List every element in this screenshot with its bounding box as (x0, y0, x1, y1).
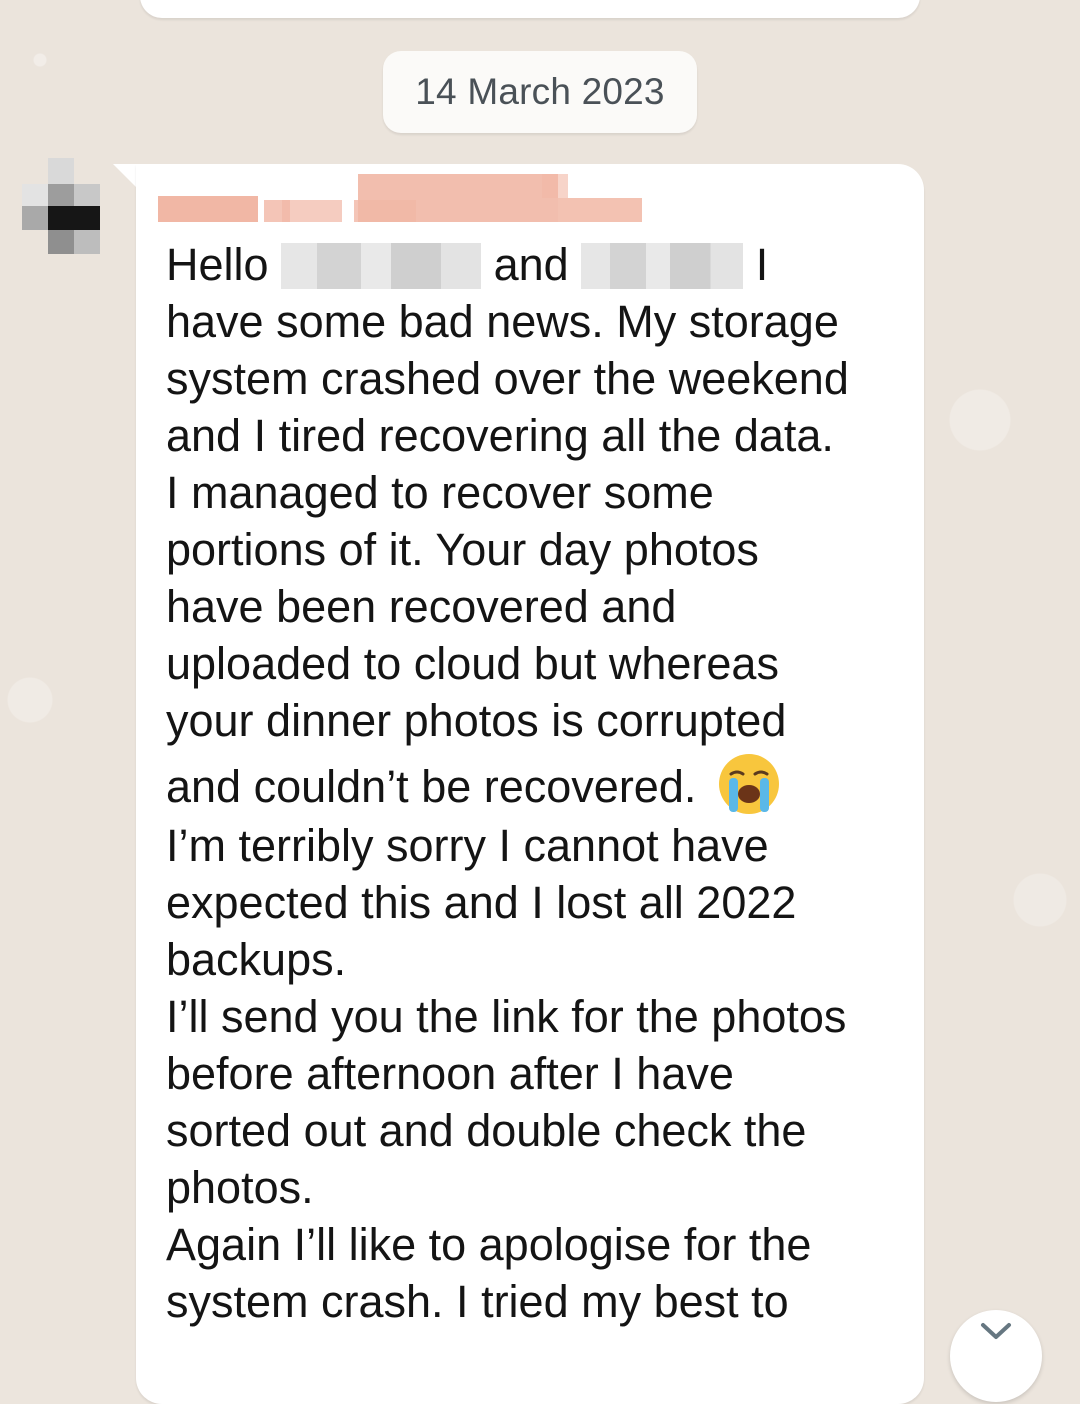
message-line: I managed to recover some (166, 467, 714, 518)
message-line: uploaded to cloud but whereas (166, 638, 779, 689)
message-line: I’ll send you the link for the photos (166, 991, 847, 1042)
previous-message-bubble[interactable] (140, 0, 920, 18)
message-line: system crash. I tried my best to (166, 1276, 789, 1327)
redacted-name (281, 243, 482, 290)
greeting-text: Hello (166, 239, 269, 290)
message-line: and I tired recovering all the data. (166, 410, 834, 461)
message-line-text: and couldn’t be recovered. (166, 761, 697, 812)
message-line: your dinner photos is corrupted (166, 695, 787, 746)
line-end-text: I (755, 239, 769, 290)
message-line: I’m terribly sorry I cannot have (166, 820, 769, 871)
redacted-name (581, 243, 744, 290)
message-line: backups. (166, 934, 347, 985)
message-line: sorted out and double check the (166, 1105, 807, 1156)
scroll-to-bottom-button[interactable] (950, 1310, 1042, 1402)
message-line: Hello and I (166, 236, 906, 293)
message-line: photos. (166, 1162, 314, 1213)
loudly-crying-face-icon (715, 750, 783, 818)
message-line-with-emoji: and couldn’t be recovered. (166, 749, 906, 817)
date-divider: 14 March 2023 (383, 51, 697, 133)
message-line: before afternoon after I have (166, 1048, 734, 1099)
message-text: Hello and I have some bad news. My stora… (166, 236, 906, 1330)
avatar[interactable] (22, 158, 100, 254)
message-line: portions of it. Your day photos (166, 524, 759, 575)
message-line: Again I’ll like to apologise for the (166, 1219, 812, 1270)
message-line: have been recovered and (166, 581, 677, 632)
message-line: have some bad news. My storage (166, 296, 839, 347)
message-line: expected this and I lost all 2022 (166, 877, 797, 928)
message-line: system crashed over the weekend (166, 353, 849, 404)
conjunction-text: and (493, 239, 569, 290)
chevron-down-icon (981, 1323, 1011, 1339)
sender-name-redacted (158, 174, 642, 224)
